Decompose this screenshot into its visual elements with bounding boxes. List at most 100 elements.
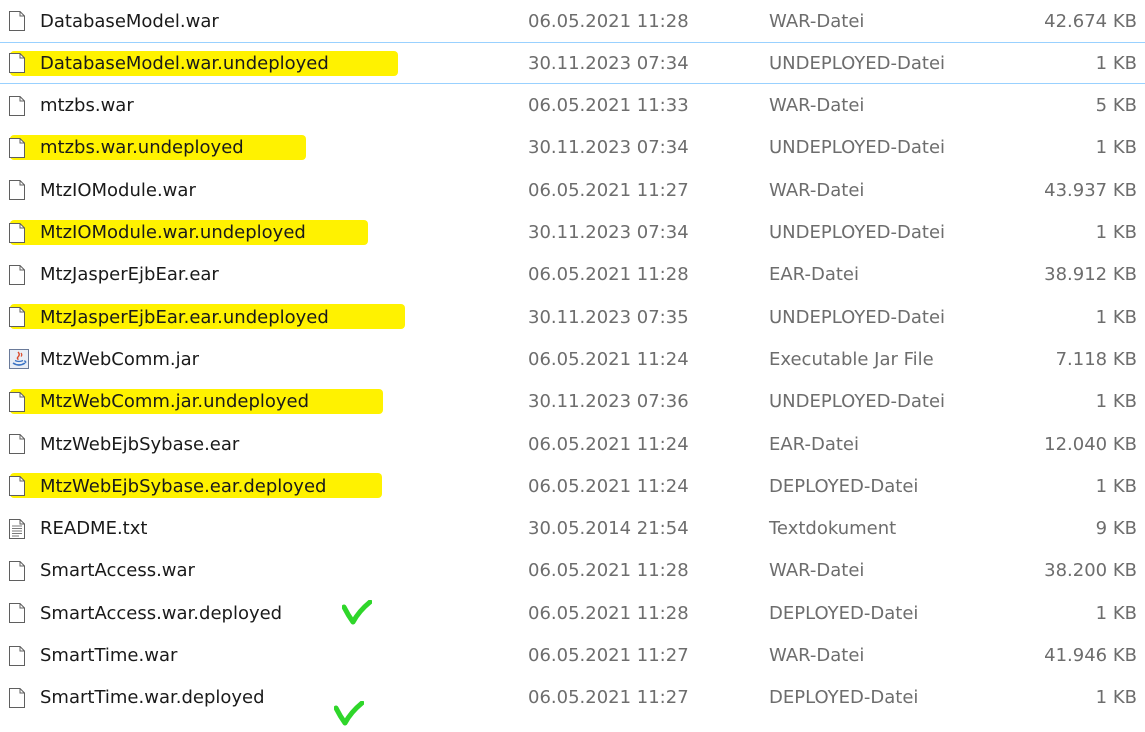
file-row[interactable]: DatabaseModel.war 06.05.2021 11:28 WAR-Dat… [0, 0, 1145, 42]
file-row[interactable]: SmartAccess.war.deployed 06.05.2021 11:28… [0, 592, 1145, 634]
file-name[interactable]: MtzJasperEjbEar.ear [40, 264, 219, 285]
file-date: 06.05.2021 11:24 [528, 475, 689, 497]
file-icon [8, 95, 26, 117]
file-date: 30.11.2023 07:35 [528, 306, 689, 328]
file-name[interactable]: MtzIOModule.war.undeployed [40, 222, 306, 243]
file-name[interactable]: MtzWebEjbSybase.ear.deployed [40, 476, 326, 497]
file-size: 1 KB [1095, 222, 1137, 243]
file-type: EAR-Datei [769, 433, 859, 455]
file-icon [8, 433, 26, 455]
file-row[interactable]: mtzbs.war.undeployed 30.11.2023 07:34 UNDE… [0, 127, 1145, 169]
file-row[interactable]: SmartAccess.war 06.05.2021 11:28 WAR-Datei… [0, 550, 1145, 592]
file-date: 30.11.2023 07:34 [528, 222, 689, 243]
file-icon [8, 391, 26, 413]
file-row[interactable]: MtzIOModule.war 06.05.2021 11:27 WAR-Datei… [0, 169, 1145, 211]
file-row[interactable]: SmartTime.war.deployed 06.05.2021 11:27 DE… [0, 677, 1145, 726]
file-date: 30.11.2023 07:36 [528, 391, 689, 413]
file-date: 06.05.2021 11:27 [528, 645, 689, 666]
file-name[interactable]: MtzWebComm.jar.undeployed [40, 391, 309, 412]
file-row[interactable]: MtzJasperEjbEar.ear.undeployed 30.11.2023… [0, 296, 1145, 338]
file-type: Textdokument [769, 518, 897, 540]
file-row[interactable]: MtzIOModule.war.undeployed 30.11.2023 07:… [0, 212, 1145, 254]
file-size: 43.937 KB [1044, 179, 1137, 201]
file-type: UNDEPLOYED-Datei [769, 52, 946, 74]
file-type: DEPLOYED-Datei [769, 687, 919, 709]
file-icon [8, 306, 26, 328]
file-size: 12.040 KB [1044, 433, 1137, 455]
file-date: 06.05.2021 11:24 [528, 348, 689, 370]
java-jar-icon [8, 348, 30, 370]
file-size: 9 KB [1095, 518, 1137, 540]
file-date: 06.05.2021 11:28 [528, 10, 689, 32]
file-name[interactable]: MtzJasperEjbEar.ear.undeployed [40, 307, 329, 328]
file-size: 42.674 KB [1044, 10, 1137, 32]
file-icon [8, 222, 26, 244]
file-icon [8, 264, 26, 286]
file-type: UNDEPLOYED-Datei [769, 391, 946, 413]
file-name[interactable]: README.txt [40, 518, 147, 539]
file-row[interactable]: SmartTime.war 06.05.2021 11:27 WAR-Datei 41… [0, 635, 1145, 677]
file-name[interactable]: SmartTime.war.deployed [40, 687, 265, 708]
file-type: WAR-Datei [769, 10, 865, 32]
file-type: DEPLOYED-Datei [769, 602, 919, 624]
file-date: 06.05.2021 11:33 [528, 95, 689, 117]
file-date: 30.11.2023 07:34 [528, 137, 689, 159]
file-size: 1 KB [1095, 137, 1137, 159]
file-icon [8, 602, 26, 624]
file-row[interactable]: MtzWebComm.jar 06.05.2021 11:24 Executable… [0, 338, 1145, 380]
file-size: 1 KB [1095, 391, 1137, 413]
file-row[interactable]: mtzbs.war 06.05.2021 11:33 WAR-Datei 5 KB [0, 85, 1145, 127]
file-type: WAR-Datei [769, 95, 865, 117]
file-name[interactable]: MtzWebComm.jar [40, 349, 199, 370]
file-date: 06.05.2021 11:27 [528, 687, 689, 709]
file-name[interactable]: SmartAccess.war [40, 560, 195, 581]
file-name[interactable]: DatabaseModel.war [40, 11, 219, 32]
file-row[interactable]: MtzWebEjbSybase.ear.deployed 06.05.2021 1… [0, 465, 1145, 507]
file-row[interactable]: README.txt 30.05.2014 21:54 Textdokument 9 … [0, 508, 1145, 550]
file-type: WAR-Datei [769, 179, 865, 201]
file-type: Executable Jar File [769, 348, 934, 370]
file-type: DEPLOYED-Datei [769, 475, 919, 497]
file-size: 5 KB [1095, 95, 1137, 117]
file-type: UNDEPLOYED-Datei [769, 137, 946, 159]
file-date: 06.05.2021 11:24 [528, 433, 689, 455]
file-type: EAR-Datei [769, 264, 859, 286]
file-icon [8, 179, 26, 201]
file-date: 30.11.2023 07:34 [528, 52, 689, 74]
file-type: UNDEPLOYED-Datei [769, 222, 946, 243]
file-icon [8, 10, 26, 32]
file-icon [8, 475, 26, 497]
file-name[interactable]: mtzbs.war [40, 95, 134, 116]
file-size: 1 KB [1095, 475, 1137, 497]
file-size: 38.200 KB [1044, 560, 1137, 582]
file-size: 38.912 KB [1044, 264, 1137, 286]
file-date: 30.05.2014 21:54 [528, 518, 689, 540]
file-icon [8, 687, 26, 709]
file-size: 7.118 KB [1055, 348, 1137, 370]
file-date: 06.05.2021 11:28 [528, 264, 689, 286]
file-size: 1 KB [1095, 306, 1137, 328]
file-name[interactable]: MtzIOModule.war [40, 180, 196, 201]
file-date: 06.05.2021 11:27 [528, 179, 689, 201]
file-row[interactable]: DatabaseModel.war.undeployed 30.11.2023 0… [0, 42, 1145, 85]
file-size: 1 KB [1095, 602, 1137, 624]
file-name[interactable]: DatabaseModel.war.undeployed [40, 53, 329, 74]
file-type: WAR-Datei [769, 645, 865, 666]
file-icon [8, 645, 26, 667]
file-size: 1 KB [1095, 52, 1137, 74]
file-name[interactable]: SmartAccess.war.deployed [40, 603, 282, 624]
file-row[interactable]: MtzJasperEjbEar.ear 06.05.2021 11:28 EAR-D… [0, 254, 1145, 296]
text-file-icon [8, 518, 26, 540]
file-type: UNDEPLOYED-Datei [769, 306, 946, 328]
file-icon [8, 52, 26, 74]
file-name[interactable]: MtzWebEjbSybase.ear [40, 434, 239, 455]
file-row[interactable]: MtzWebEjbSybase.ear 06.05.2021 11:24 EAR-D… [0, 423, 1145, 465]
file-type: WAR-Datei [769, 560, 865, 582]
file-date: 06.05.2021 11:28 [528, 602, 689, 624]
green-checkmark-icon [341, 599, 373, 631]
file-row[interactable]: MtzWebComm.jar.undeployed 30.11.2023 07:3… [0, 381, 1145, 423]
file-name[interactable]: mtzbs.war.undeployed [40, 137, 244, 158]
file-size: 41.946 KB [1044, 645, 1137, 666]
file-name[interactable]: SmartTime.war [40, 645, 177, 666]
file-icon [8, 560, 26, 582]
